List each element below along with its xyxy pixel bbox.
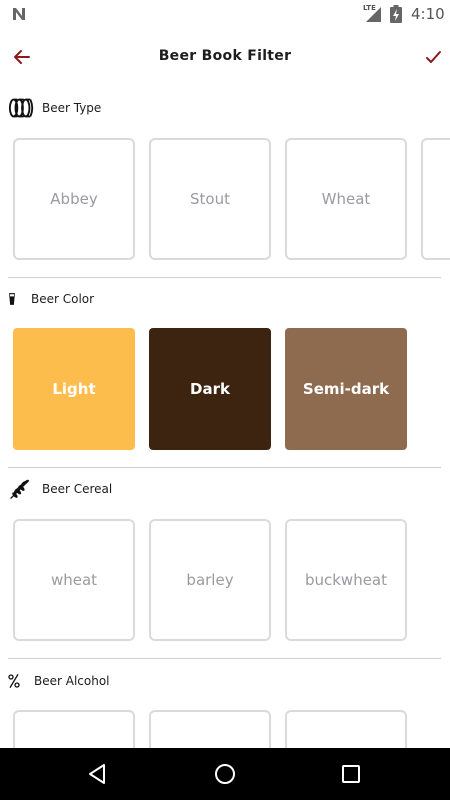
section-label: Beer Color <box>31 292 95 306</box>
color-swatch-light[interactable]: Light <box>13 328 135 450</box>
section-label: Beer Alcohol <box>34 674 110 688</box>
section-beer-type: Beer Type <box>8 96 208 120</box>
status-bar: LTE 4:10 <box>0 0 450 28</box>
section-beer-color: Beer Color <box>8 287 208 311</box>
barrels-icon <box>8 98 34 118</box>
option-card[interactable]: barley <box>149 519 271 641</box>
divider <box>8 658 441 659</box>
option-card[interactable]: Stout <box>149 138 271 260</box>
system-nav-bar <box>0 748 450 800</box>
wheat-ear-icon <box>10 479 30 499</box>
option-card[interactable]: Abbey <box>13 138 135 260</box>
beer-cereal-options: wheat barley buckwheat <box>0 519 450 643</box>
divider <box>8 467 441 468</box>
divider <box>8 277 441 278</box>
page-title: Beer Book Filter <box>158 48 292 64</box>
color-swatch-dark[interactable]: Dark <box>149 328 271 450</box>
recents-square-icon[interactable] <box>339 762 363 786</box>
option-card[interactable]: wheat <box>13 519 135 641</box>
n-notification-icon <box>13 8 25 20</box>
option-card[interactable]: buckwheat <box>285 519 407 641</box>
beer-color-options: Light Dark Semi-dark <box>0 328 450 452</box>
section-beer-cereal: Beer Cereal <box>8 477 208 501</box>
section-label: Beer Cereal <box>42 482 113 496</box>
beer-alcohol-options <box>0 710 450 748</box>
option-card[interactable] <box>149 710 271 748</box>
option-card[interactable] <box>285 710 407 748</box>
option-card-partial[interactable] <box>421 138 450 260</box>
section-beer-alcohol: Beer Alcohol <box>8 669 208 693</box>
percent-icon <box>8 673 20 689</box>
toolbar: Beer Book Filter <box>0 28 450 86</box>
section-label: Beer Type <box>42 101 102 115</box>
check-icon[interactable] <box>420 43 448 71</box>
back-triangle-icon[interactable] <box>86 762 110 786</box>
battery-icon <box>390 5 402 23</box>
color-swatch-semi-dark[interactable]: Semi-dark <box>285 328 407 450</box>
option-card[interactable]: Wheat <box>285 138 407 260</box>
pint-glass-icon <box>9 293 15 305</box>
signal-icon <box>366 7 381 22</box>
clock: 4:10 <box>411 5 445 23</box>
home-circle-icon[interactable] <box>213 762 237 786</box>
option-card[interactable] <box>13 710 135 748</box>
beer-type-options: Abbey Stout Wheat <box>0 138 450 262</box>
